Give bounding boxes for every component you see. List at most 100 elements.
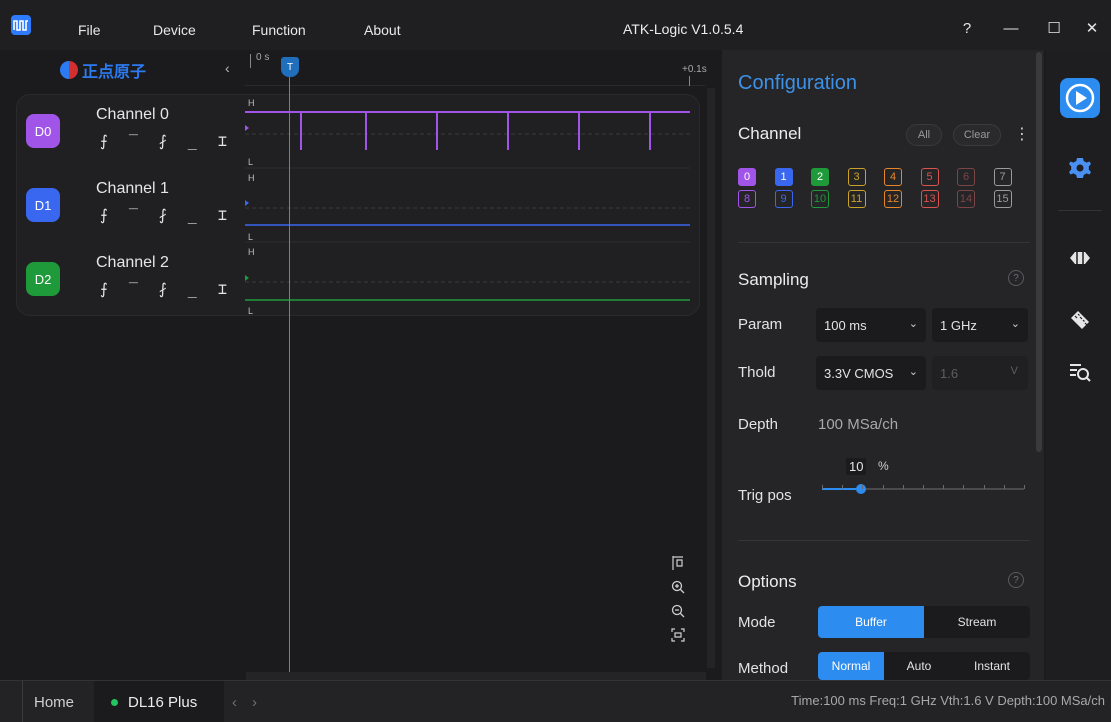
config-title: Configuration [738,72,857,94]
config-scrollbar[interactable] [1036,52,1042,452]
menu-device[interactable]: Device [153,22,196,38]
sampling-section-label: Sampling [738,270,809,289]
decoder-icon [1070,252,1090,264]
channel-name-0[interactable]: Channel 0 [96,106,169,124]
channel-0-wave [245,111,690,150]
channel-chip-6[interactable]: 6 [957,168,975,186]
collapse-arrow-icon[interactable]: ‹ [225,60,230,76]
channel-chip-8[interactable]: 8 [738,190,756,208]
help-button[interactable]: ? [953,14,981,42]
select-all-button[interactable]: All [906,124,942,146]
slider-tick [983,485,985,489]
channel-chip-9[interactable]: 9 [774,190,793,208]
ruler-start-tick [250,54,251,68]
trig-pos-unit: % [878,459,889,473]
zoom-tools [668,552,688,648]
channel-chip-3[interactable]: 3 [847,168,866,186]
channel-chip-15[interactable]: 15 [993,190,1012,208]
search-button[interactable] [1058,350,1102,394]
zoom-in-icon[interactable] [668,576,688,598]
method-auto-button[interactable]: Auto [884,652,954,680]
trigger-options-2[interactable]: ⨍ ‾ ⨏ _ ⌶ [100,280,233,298]
sampling-help-icon[interactable]: ? [1008,270,1024,286]
ruler-start-label: 0 s [256,52,270,63]
start-capture-button[interactable] [1058,76,1102,120]
depth-label: Depth [738,416,779,433]
vth-input[interactable]: 1.6 V [932,356,1028,390]
method-label: Method [738,660,789,677]
waveform-vertical-scrollbar[interactable] [707,88,715,668]
time-ruler[interactable] [245,50,705,86]
trig-pos-slider-fill [822,488,857,490]
vth-value: 1.6 [940,365,959,381]
tab-prev-icon[interactable]: ‹ [232,681,237,722]
goto-start-icon[interactable] [668,552,688,574]
channel-row-0[interactable]: D0 Channel 0 ⨍ ‾ ⨏ _ ⌶ [16,94,246,168]
slider-tick [963,485,965,489]
slider-tick [842,485,844,489]
waveform-display[interactable] [245,94,690,316]
channel-chip-4[interactable]: 4 [884,168,902,186]
channel-badge-0[interactable]: D0 [26,114,60,148]
chevron-down-icon: ⌄ [1010,318,1020,330]
slider-tick [1003,485,1005,489]
clear-button[interactable]: Clear [953,124,1001,146]
channel-chip-12[interactable]: 12 [884,190,902,208]
zoom-out-icon[interactable] [668,600,688,622]
channel-chip-13[interactable]: 13 [920,190,939,208]
sample-rate-value: 1 GHz [940,317,977,333]
channel-chip-5[interactable]: 5 [920,168,939,186]
channel-section-label: Channel [738,124,802,143]
channel-chip-14[interactable]: 14 [957,190,975,208]
options-help-icon[interactable]: ? [1008,572,1024,588]
channel-chip-11[interactable]: 11 [847,190,866,208]
channel-name-2[interactable]: Channel 2 [96,254,169,272]
home-tab[interactable]: Home [34,681,74,722]
channel-chip-10[interactable]: 10 [811,190,829,208]
minimize-button[interactable]: — [997,14,1025,42]
close-button[interactable]: ✕ [1078,14,1106,42]
brand-logo: 正点原子 [60,58,146,82]
tab-next-icon[interactable]: › [252,681,257,722]
channel-more-icon[interactable]: ⋮ [1014,124,1030,144]
trigger-options-0[interactable]: ⨍ ‾ ⨏ _ ⌶ [100,132,233,150]
channel-chip-1[interactable]: 1 [774,168,793,186]
measure-button[interactable] [1058,298,1102,342]
trigger-marker[interactable]: T [281,57,299,77]
status-divider-1 [22,681,23,722]
threshold-value: 3.3V CMOS [824,365,894,381]
fit-view-icon[interactable] [668,624,688,646]
slider-tick [822,485,823,489]
trig-pos-value[interactable]: 10 [846,458,867,475]
channel-badge-2[interactable]: D2 [26,262,60,296]
options-section-label: Options [738,572,797,591]
menu-function[interactable]: Function [252,22,306,38]
channel-chip-7[interactable]: 7 [993,168,1012,186]
threshold-select[interactable]: 3.3V CMOS ⌄ [816,356,926,390]
method-instant-button[interactable]: Instant [954,652,1030,680]
trigger-options-1[interactable]: ⨍ ‾ ⨏ _ ⌶ [100,206,233,224]
method-normal-button[interactable]: Normal [818,652,884,680]
decoder-button[interactable] [1058,236,1102,280]
maximize-button[interactable]: ☐ [1040,14,1068,42]
sample-time-select[interactable]: 100 ms ⌄ [816,308,926,342]
settings-button[interactable] [1058,146,1102,190]
mode-stream-button[interactable]: Stream [924,606,1030,638]
menu-file[interactable]: File [78,22,101,38]
channel-row-2[interactable]: D2 Channel 2 ⨍ ‾ ⨏ _ ⌶ [16,242,246,316]
trigger-cursor-line[interactable] [289,77,290,672]
waveform-horizontal-scrollbar[interactable] [246,672,706,680]
device-tab-label[interactable]: DL16 Plus [128,681,197,722]
channel-name-1[interactable]: Channel 1 [96,180,169,198]
channel-row-1[interactable]: D1 Channel 1 ⨍ ‾ ⨏ _ ⌶ [16,168,246,242]
sample-rate-select[interactable]: 1 GHz ⌄ [932,308,1028,342]
method-segmented-control: Normal Auto Instant [818,652,1030,680]
mode-buffer-button[interactable]: Buffer [818,606,924,638]
status-summary: Time:100 ms Freq:1 GHz Vth:1.6 V Depth:1… [791,693,1105,708]
gear-icon [1069,158,1091,178]
channel-chip-2[interactable]: 2 [811,168,829,186]
vth-unit: V [1010,365,1018,377]
channel-chip-0[interactable]: 0 [738,168,756,186]
channel-badge-1[interactable]: D1 [26,188,60,222]
menu-about[interactable]: About [364,22,401,38]
